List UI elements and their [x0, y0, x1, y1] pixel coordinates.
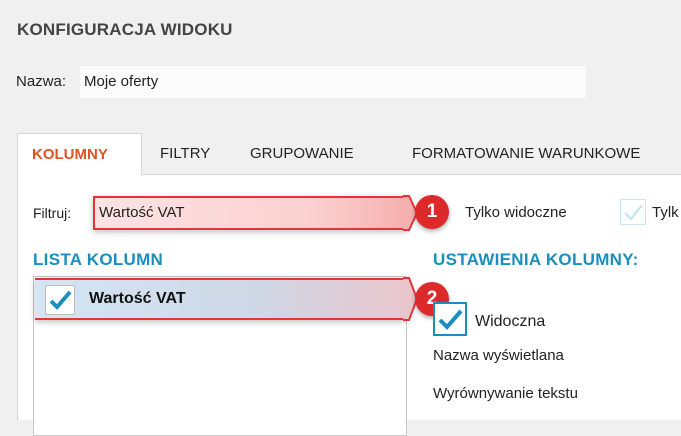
check-icon	[49, 290, 72, 310]
tab-kolumny[interactable]: KOLUMNY	[17, 133, 142, 175]
check-icon	[438, 309, 463, 330]
display-name-label: Nazwa wyświetlana	[433, 347, 564, 364]
checkbox-next[interactable]	[620, 199, 646, 225]
tab-formatowanie-warunkowe[interactable]: FORMATOWANIE WARUNKOWE	[396, 133, 656, 175]
columns-list-heading: LISTA KOLUMN	[33, 250, 164, 269]
window-title: KONFIGURACJA WIDOKU	[17, 20, 233, 39]
visible-label: Widoczna	[475, 313, 546, 330]
list-item-checkbox[interactable]	[45, 285, 75, 315]
check-icon	[624, 204, 643, 221]
tab-filtry[interactable]: FILTRY	[144, 133, 226, 175]
cut-label: Tylk	[652, 204, 679, 221]
visible-checkbox[interactable]	[433, 302, 467, 336]
name-field[interactable]: Moje oferty	[80, 66, 586, 98]
name-label: Nazwa:	[16, 73, 67, 90]
callout-badge-1: 1	[415, 195, 449, 229]
column-settings-heading: USTAWIENIA KOLUMNY:	[433, 250, 639, 269]
list-item-label: Wartość VAT	[89, 290, 186, 307]
filter-label: Filtruj:	[33, 205, 72, 221]
tab-grupowanie[interactable]: GRUPOWANIE	[234, 133, 370, 175]
only-visible-label: Tylko widoczne	[465, 204, 567, 221]
text-align-label: Wyrównywanie tekstu	[433, 385, 578, 402]
filter-input[interactable]: Wartość VAT	[93, 196, 407, 230]
